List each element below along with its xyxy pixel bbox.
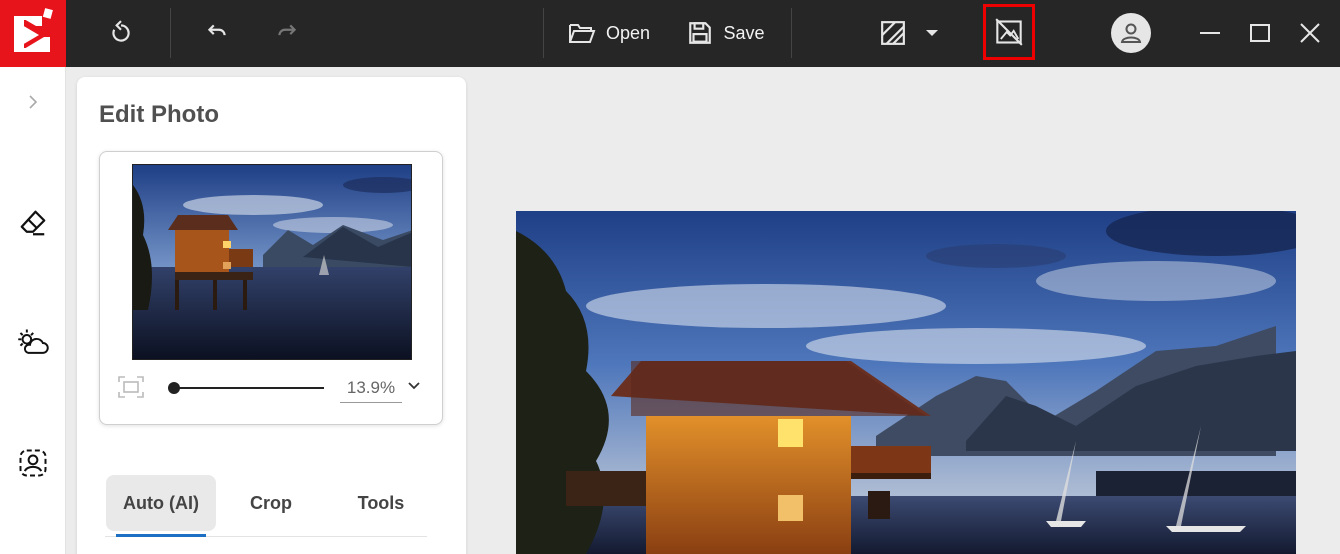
thumbnail-photo: [133, 165, 411, 359]
sky-replace-button[interactable]: [13, 323, 53, 363]
close-icon: [1300, 23, 1320, 43]
save-icon: [689, 22, 712, 44]
fit-screen-icon: [118, 376, 144, 398]
eraser-icon: [20, 210, 46, 236]
zoom-dropdown-button[interactable]: [406, 378, 426, 398]
chevron-down-icon: [408, 382, 420, 390]
fit-to-screen-button[interactable]: [118, 376, 144, 398]
logo-icon: [14, 8, 53, 52]
redo-button[interactable]: [264, 10, 310, 56]
chevron-right-icon: [29, 95, 38, 109]
minimize-button[interactable]: [1190, 10, 1230, 56]
caret-down-icon: [926, 30, 938, 36]
main-photo-canvas[interactable]: [516, 211, 1296, 554]
tab-crop[interactable]: Crop: [216, 475, 326, 531]
portrait-tool-button[interactable]: [13, 443, 53, 483]
maximize-button[interactable]: [1240, 10, 1280, 56]
folder-open-icon: [568, 24, 596, 43]
zoom-value[interactable]: 13.9%: [340, 378, 402, 403]
minimize-icon: [1200, 32, 1220, 34]
save-label: Save: [723, 22, 765, 43]
open-label: Open: [605, 22, 651, 43]
toolbar-divider: [170, 8, 171, 58]
toolbar-divider: [791, 8, 792, 58]
toolbar-divider: [543, 8, 544, 58]
app-logo[interactable]: [0, 0, 66, 67]
zoom-slider-handle[interactable]: [168, 382, 180, 394]
hide-original-button[interactable]: [983, 4, 1035, 60]
undo-icon: [207, 24, 226, 36]
active-tab-indicator: [116, 534, 206, 537]
left-tool-rail: [0, 67, 66, 554]
image-off-icon: [995, 18, 1023, 46]
main-photo: [516, 211, 1296, 554]
edit-tabs: Auto (AI) Crop Tools: [105, 475, 427, 537]
open-button[interactable]: Open: [564, 10, 654, 56]
zoom-slider-track[interactable]: [174, 387, 324, 389]
expand-panel-button[interactable]: [13, 82, 53, 122]
portrait-icon: [19, 449, 47, 477]
reset-icon: [112, 20, 130, 42]
split-view-icon: [881, 21, 905, 45]
sun-cloud-icon: [18, 329, 49, 354]
save-button[interactable]: Save: [686, 10, 766, 56]
edit-photo-panel: Edit Photo 13.9% Auto (AI) Crop Tools: [77, 77, 466, 554]
maximize-icon: [1250, 24, 1270, 42]
zoom-controls: 13.9%: [100, 370, 442, 410]
photo-thumbnail[interactable]: [132, 164, 412, 360]
compare-view-button[interactable]: [872, 10, 914, 56]
close-button[interactable]: [1290, 10, 1330, 56]
eraser-tool-button[interactable]: [13, 203, 53, 243]
reset-button[interactable]: [98, 10, 144, 56]
redo-icon: [278, 24, 297, 36]
tab-auto-ai[interactable]: Auto (AI): [106, 475, 216, 531]
view-mode-dropdown[interactable]: [918, 10, 946, 56]
account-button[interactable]: [1111, 13, 1151, 53]
tab-tools[interactable]: Tools: [326, 475, 436, 531]
panel-title: Edit Photo: [99, 101, 219, 128]
navigator-card: 13.9%: [99, 151, 443, 425]
top-toolbar: Open Save: [0, 0, 1340, 67]
undo-button[interactable]: [194, 10, 240, 56]
user-icon: [1120, 23, 1142, 43]
